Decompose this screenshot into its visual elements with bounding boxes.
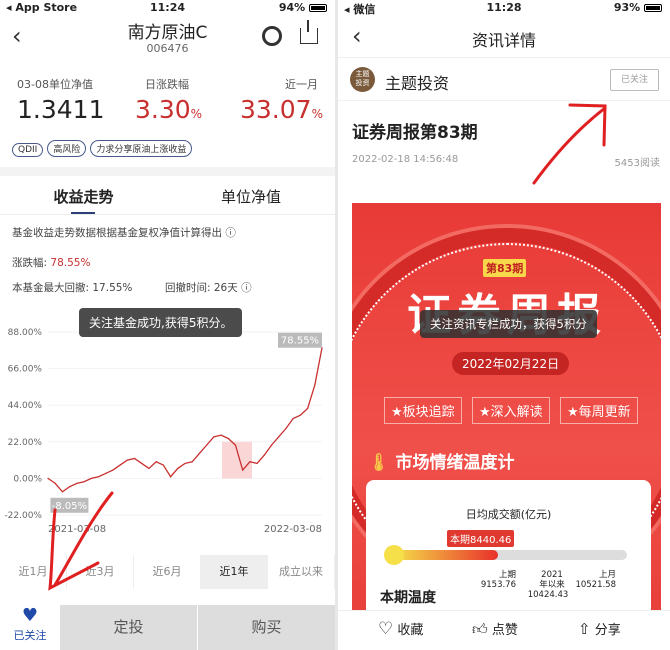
- article-detail-screen: ◂ 微信 11:28 93% ‹ 资讯详情 主题投资 主题投资 已关注 证券周报…: [338, 0, 670, 650]
- fund-detail-screen: ◂ App Store 11:24 94% ‹ 南方原油C 006476 03-…: [0, 0, 335, 650]
- red-arrow-annotation: [532, 103, 607, 185]
- red-arrow-annotation: [48, 491, 114, 591]
